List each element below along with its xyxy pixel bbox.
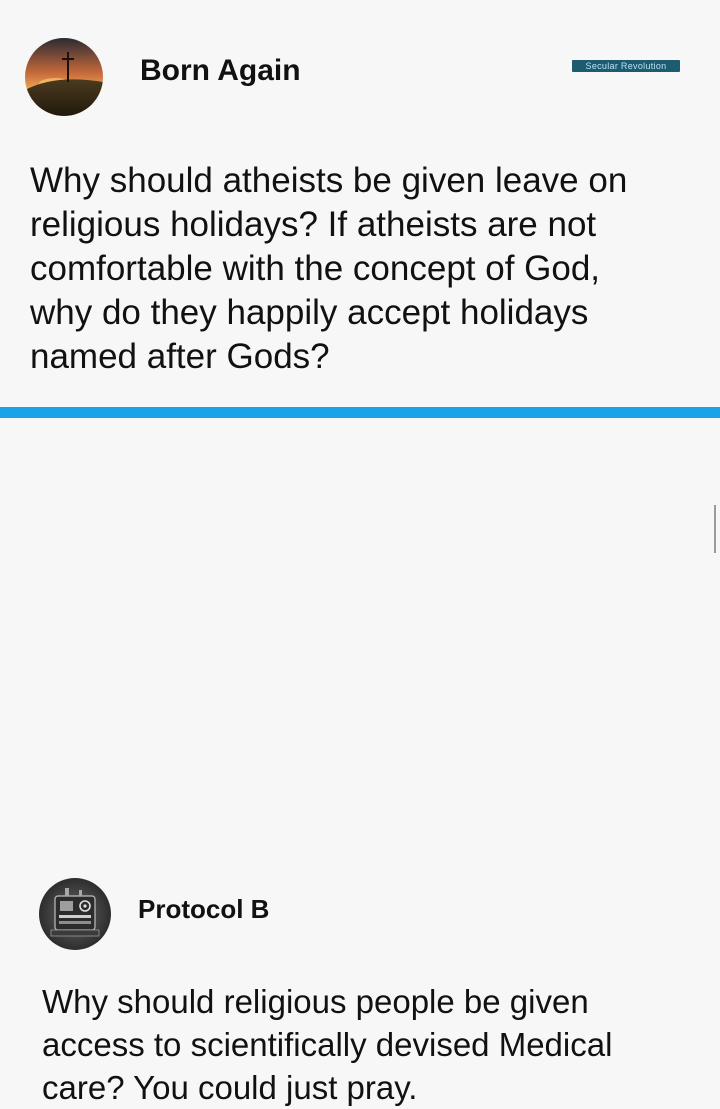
post-body-line: Why should atheists be given leave on (30, 161, 628, 200)
machine-icon[interactable] (39, 878, 111, 950)
post-body-line: religious holidays? If atheists are not (30, 205, 597, 244)
post-body-line: access to scientifically devised Medical (42, 1026, 613, 1063)
post-body-line: why do they happily accept holidays (30, 293, 589, 332)
post-body-line: Why should religious people be given (42, 983, 589, 1020)
author-name[interactable]: Protocol B (138, 894, 269, 925)
post-body: Why should religious people be given acce… (42, 980, 612, 1109)
post-body: Why should atheists be given leave on rel… (30, 159, 627, 379)
post-body-line: care? You could just pray. (42, 1069, 418, 1106)
post-divider (0, 407, 720, 418)
scrollbar-edge (714, 505, 716, 553)
watermark-label: Secular Revolution (572, 60, 680, 72)
post-body-line: named after Gods? (30, 337, 330, 376)
post-born-again: Born Again Secular Revolution Why should… (0, 0, 720, 407)
post-body-line: comfortable with the concept of God, (30, 249, 601, 288)
sunset-cross-on-hill-icon[interactable] (25, 38, 103, 116)
author-name[interactable]: Born Again (140, 54, 301, 88)
post-protocol-b: Protocol B Why should religious people b… (0, 418, 720, 1106)
